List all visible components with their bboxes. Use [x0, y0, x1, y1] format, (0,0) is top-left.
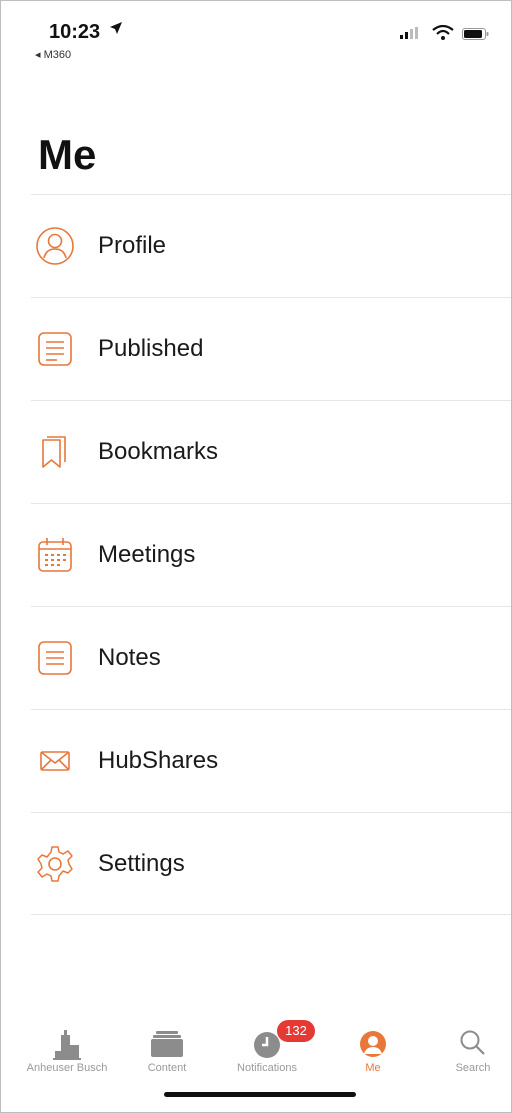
tab-notifications[interactable]: 132 Notifications — [217, 1020, 317, 1084]
menu-item-label: Meetings — [98, 541, 196, 568]
menu-item-bookmarks[interactable]: Bookmarks — [1, 400, 511, 503]
status-time: 10:23 — [49, 21, 101, 43]
tab-label: Search — [455, 1062, 491, 1074]
battery-icon — [462, 28, 489, 40]
menu-item-published[interactable]: Published — [1, 297, 511, 400]
calendar-icon — [38, 538, 72, 572]
menu-item-settings[interactable]: Settings — [1, 812, 511, 915]
me-menu-list: Profile Published Bookmarks Meetings Not… — [1, 194, 511, 915]
cellular-signal-icon — [400, 27, 418, 39]
app-screen: 10:23 ◂ M360 Me Profile Published Bookma… — [0, 0, 512, 1113]
menu-item-label: Notes — [98, 644, 161, 671]
menu-item-profile[interactable]: Profile — [1, 194, 511, 297]
menu-item-hubshares[interactable]: HubShares — [1, 709, 511, 812]
person-icon — [36, 227, 74, 265]
tab-bar: Anheuser Busch Content 132 Notifications — [1, 1020, 511, 1084]
tab-search[interactable]: Search — [423, 1024, 511, 1084]
building-icon — [53, 1030, 81, 1060]
location-arrow-icon — [110, 22, 122, 34]
back-to-app-link[interactable]: ◂ M360 — [35, 48, 71, 61]
notification-count-badge: 132 — [277, 1020, 315, 1042]
tab-label: Anheuser Busch — [26, 1062, 108, 1074]
document-icon — [38, 332, 72, 366]
tab-anheuser-busch[interactable]: Anheuser Busch — [17, 1024, 117, 1084]
tab-content[interactable]: Content — [117, 1024, 217, 1084]
menu-item-label: Profile — [98, 232, 167, 259]
bookmark-icon — [42, 436, 66, 468]
menu-item-label: HubShares — [98, 747, 219, 774]
menu-item-label: Settings — [98, 850, 185, 877]
envelope-icon — [40, 751, 70, 771]
stack-icon — [151, 1031, 183, 1057]
tab-me[interactable]: Me — [323, 1024, 423, 1084]
menu-item-label: Published — [98, 335, 204, 362]
menu-item-meetings[interactable]: Meetings — [1, 503, 511, 606]
menu-item-label: Bookmarks — [98, 438, 219, 465]
status-bar: 10:23 ◂ M360 — [1, 1, 511, 71]
person-icon — [360, 1031, 386, 1057]
tab-label: Me — [365, 1062, 381, 1074]
tab-label: Notifications — [237, 1062, 297, 1074]
menu-item-notes[interactable]: Notes — [1, 606, 511, 709]
notes-icon — [38, 641, 72, 675]
tab-label: Content — [147, 1062, 187, 1074]
page-title: Me — [38, 131, 97, 178]
search-icon — [460, 1030, 485, 1055]
gear-icon — [37, 846, 73, 882]
home-indicator[interactable] — [164, 1092, 356, 1097]
wifi-icon — [432, 25, 454, 40]
